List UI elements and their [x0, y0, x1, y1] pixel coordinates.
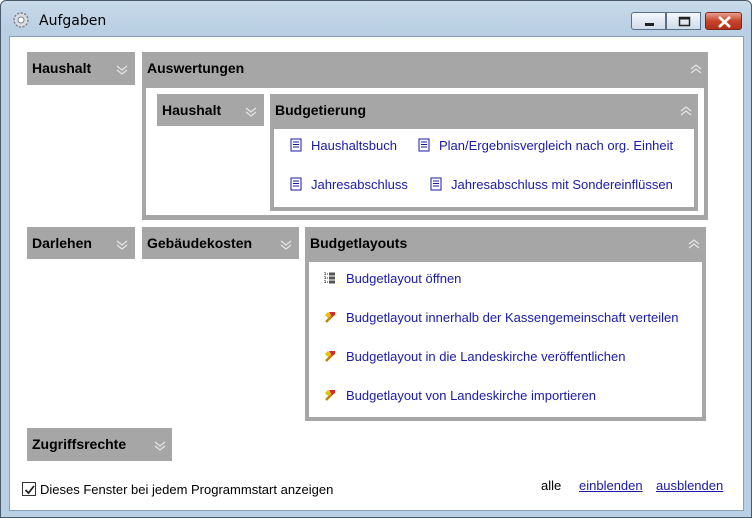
panel-haushalt-sub-label: Haushalt — [162, 102, 222, 118]
panel-gebaeudekosten-label: Gebäudekosten — [147, 235, 253, 251]
panel-zugriffsrechte[interactable]: Zugriffsrechte — [27, 428, 172, 461]
chevron-up-icon — [690, 64, 702, 74]
maximize-button[interactable] — [666, 12, 701, 30]
panel-haushalt-sub[interactable]: Haushalt — [157, 94, 264, 126]
chevron-up-icon — [688, 239, 700, 249]
link-jahresabschluss-sondereinfluesse[interactable]: Jahresabschluss mit Sondereinflüssen — [451, 177, 673, 192]
chevron-down-icon — [116, 65, 128, 75]
title-bar[interactable]: Aufgaben — [1, 1, 751, 37]
chevron-up-icon — [680, 106, 692, 116]
panel-zugriffsrechte-label: Zugriffsrechte — [32, 436, 127, 452]
hammer-icon — [325, 312, 335, 323]
window-title: Aufgaben — [39, 13, 107, 29]
checkmark-icon — [24, 485, 35, 495]
alle-label: alle — [541, 478, 562, 493]
close-icon — [718, 16, 731, 28]
gear-icon — [13, 12, 29, 28]
hammer-icon — [325, 351, 335, 362]
maximize-icon — [678, 16, 691, 27]
link-budgetlayout-verteilen[interactable]: Budgetlayout innerhalb der Kassengemeins… — [346, 310, 678, 325]
link-jahresabschluss[interactable]: Jahresabschluss — [311, 177, 408, 192]
panel-auswertungen-label: Auswertungen — [147, 60, 245, 76]
chevron-down-icon — [245, 107, 257, 117]
minimize-button[interactable] — [631, 12, 666, 30]
panel-auswertungen-header[interactable]: Auswertungen — [142, 52, 708, 86]
panel-budgetierung-header[interactable]: Budgetierung — [270, 94, 698, 127]
panel-darlehen-label: Darlehen — [32, 235, 92, 251]
startup-checkbox[interactable] — [22, 482, 36, 496]
chevron-down-icon — [116, 240, 128, 250]
panel-budgetlayouts-label: Budgetlayouts — [310, 235, 408, 251]
document-icon — [430, 177, 442, 191]
panel-haushalt-label: Haushalt — [32, 60, 92, 76]
panel-budgetierung-label: Budgetierung — [275, 102, 366, 118]
tree-icon — [324, 272, 335, 284]
einblenden-link[interactable]: einblenden — [579, 478, 643, 493]
document-icon — [418, 138, 430, 152]
link-budgetlayout-oeffnen[interactable]: Budgetlayout öffnen — [346, 271, 461, 286]
document-icon — [290, 138, 302, 152]
panel-haushalt[interactable]: Haushalt — [27, 52, 135, 85]
panel-darlehen[interactable]: Darlehen — [27, 227, 135, 259]
ausblenden-link[interactable]: ausblenden — [656, 478, 723, 493]
chevron-down-icon — [154, 441, 166, 451]
close-button[interactable] — [705, 12, 742, 30]
chevron-down-icon — [280, 240, 292, 250]
link-haushaltsbuch[interactable]: Haushaltsbuch — [311, 138, 397, 153]
link-budgetlayout-importieren[interactable]: Budgetlayout von Landeskirche importiere… — [346, 388, 596, 403]
document-icon — [290, 177, 302, 191]
hammer-icon — [325, 390, 335, 401]
minimize-icon — [645, 23, 654, 26]
startup-checkbox-label[interactable]: Dieses Fenster bei jedem Programmstart a… — [40, 482, 333, 497]
link-plan-ergebnisvergleich[interactable]: Plan/Ergebnisvergleich nach org. Einheit — [439, 138, 673, 153]
panel-budgetlayouts-header[interactable]: Budgetlayouts — [305, 227, 706, 260]
panel-gebaeudekosten[interactable]: Gebäudekosten — [142, 227, 299, 259]
link-budgetlayout-veroeffentlichen[interactable]: Budgetlayout in die Landeskirche veröffe… — [346, 349, 625, 364]
